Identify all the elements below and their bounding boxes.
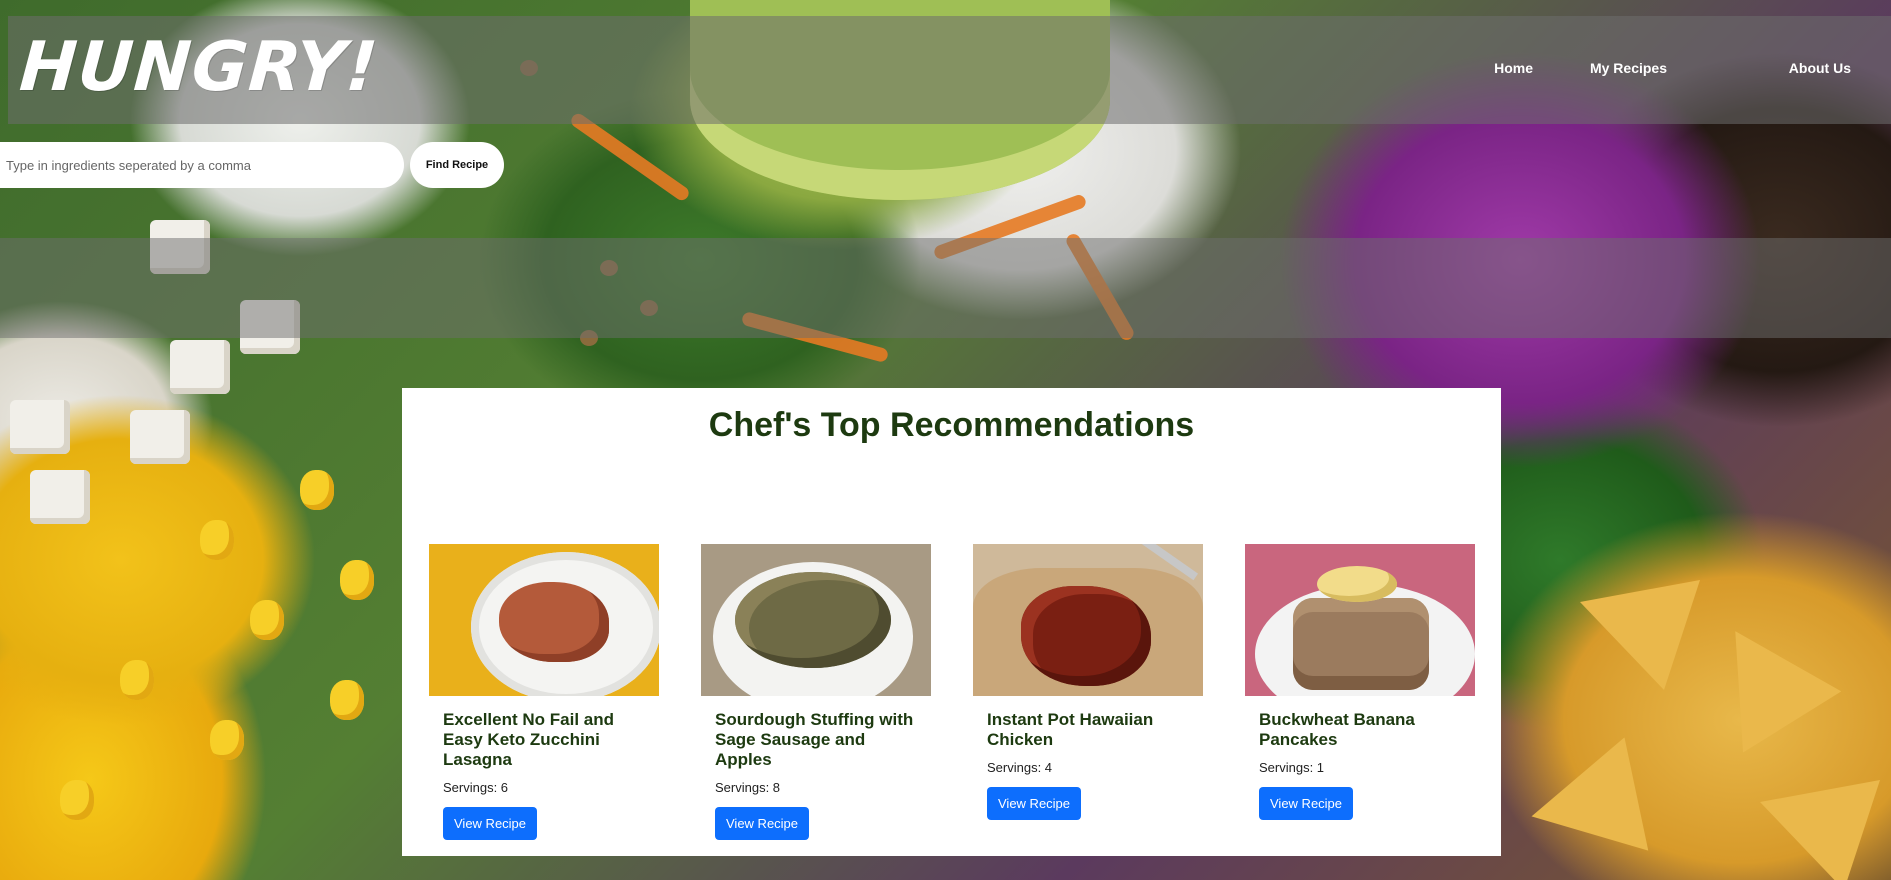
nav-home-link[interactable]: Home — [1494, 60, 1533, 76]
nav-my-recipes-link[interactable]: My Recipes — [1590, 60, 1667, 76]
hawaiian-chicken-image — [973, 544, 1203, 696]
recipe-card: Excellent No Fail and Easy Keto Zucchini… — [429, 544, 659, 840]
recipe-card: Sourdough Stuffing with Sage Sausage and… — [701, 544, 931, 840]
recipe-title: Instant Pot Hawaiian Chicken — [987, 710, 1154, 749]
recipe-title: Sourdough Stuffing with Sage Sausage and… — [715, 710, 914, 769]
site-header: HUNGRY! Home My Recipes About Us — [8, 16, 1891, 124]
view-recipe-button[interactable]: View Recipe — [1259, 787, 1354, 820]
recommendations-title: Chef's Top Recommendations — [708, 406, 1195, 444]
hero-overlay-band — [0, 238, 1891, 338]
stuffing-bowl-image — [701, 544, 931, 696]
recipe-servings: Servings: 8 — [715, 780, 781, 795]
recipe-card: Instant Pot Hawaiian Chicken Servings: 4… — [973, 544, 1203, 820]
recipe-title: Buckwheat Banana Pancakes — [1259, 710, 1415, 749]
lasagna-plate-image — [429, 544, 659, 696]
ingredients-search-input[interactable] — [0, 142, 404, 188]
recommendations-panel: Chef's Top Recommendations Excellent No … — [402, 388, 1501, 856]
recipe-card: Buckwheat Banana Pancakes Servings: 1 Vi… — [1245, 544, 1475, 820]
recipe-title: Excellent No Fail and Easy Keto Zucchini… — [443, 710, 614, 769]
site-logo[interactable]: HUNGRY! — [17, 28, 381, 107]
view-recipe-button[interactable]: View Recipe — [715, 807, 810, 840]
recipe-servings: Servings: 6 — [443, 780, 509, 795]
find-recipe-button[interactable]: Find Recipe — [410, 142, 504, 188]
view-recipe-button[interactable]: View Recipe — [443, 807, 538, 840]
banana-pancakes-image — [1245, 544, 1475, 696]
nav-about-us-link[interactable]: About Us — [1789, 60, 1851, 76]
view-recipe-button[interactable]: View Recipe — [987, 787, 1082, 820]
recipe-servings: Servings: 4 — [987, 760, 1053, 775]
recipe-servings: Servings: 1 — [1259, 760, 1325, 775]
